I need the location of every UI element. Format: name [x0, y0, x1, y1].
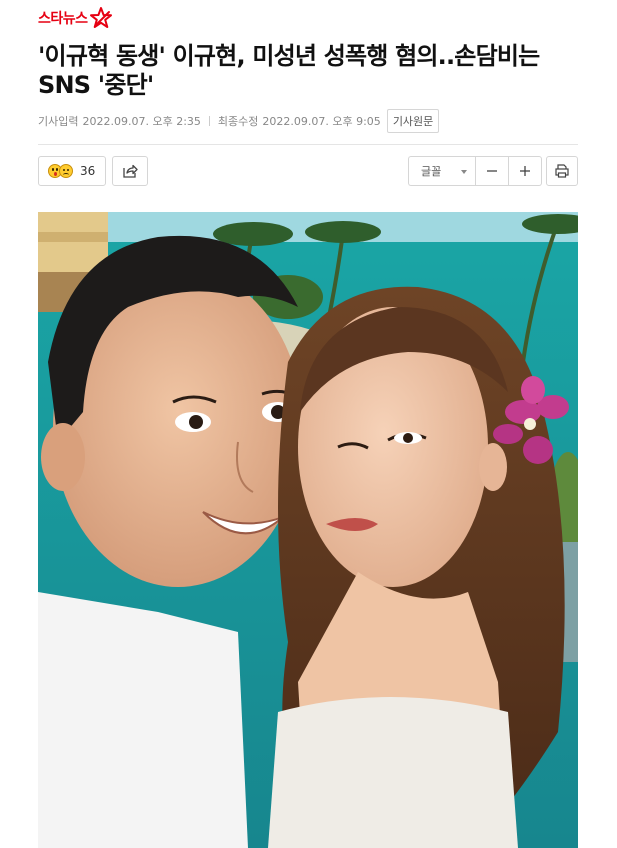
caret-down-icon	[461, 170, 467, 174]
print-button[interactable]	[546, 156, 578, 186]
modified-label: 최종수정	[217, 115, 259, 128]
original-article-button[interactable]: 기사원문	[386, 109, 440, 133]
reaction-button[interactable]: 36	[38, 156, 106, 186]
plus-icon	[519, 166, 530, 176]
sad-emoji-icon	[59, 164, 73, 178]
site-logo[interactable]: 스타뉴스	[38, 6, 113, 30]
modified-time: 2022.09.07. 오후 9:05	[262, 115, 381, 128]
meta-divider	[208, 116, 210, 126]
print-icon	[555, 164, 569, 178]
published-time: 2022.09.07. 오후 2:35	[82, 115, 201, 128]
font-decrease-button[interactable]	[475, 156, 509, 186]
minus-icon	[487, 170, 497, 172]
font-select[interactable]: 글꼴	[408, 156, 476, 186]
reaction-count: 36	[80, 164, 96, 178]
header-divider	[38, 144, 578, 145]
font-label: 글꼴	[421, 165, 442, 178]
selfie-photo	[38, 212, 578, 848]
share-button[interactable]	[112, 156, 148, 186]
logo-text: 스타뉴스	[38, 11, 88, 27]
published-label: 기사입력	[38, 115, 79, 128]
article-photo	[38, 212, 578, 848]
article-meta: 기사입력 2022.09.07. 오후 2:35 최종수정 2022.09.07…	[38, 109, 440, 133]
article-headline: '이규혁 동생' 이규현, 미성년 성폭행 혐의..손담비는 SNS '중단'	[38, 42, 540, 99]
share-icon	[123, 164, 138, 178]
star-icon	[89, 7, 112, 28]
font-increase-button[interactable]	[508, 156, 542, 186]
